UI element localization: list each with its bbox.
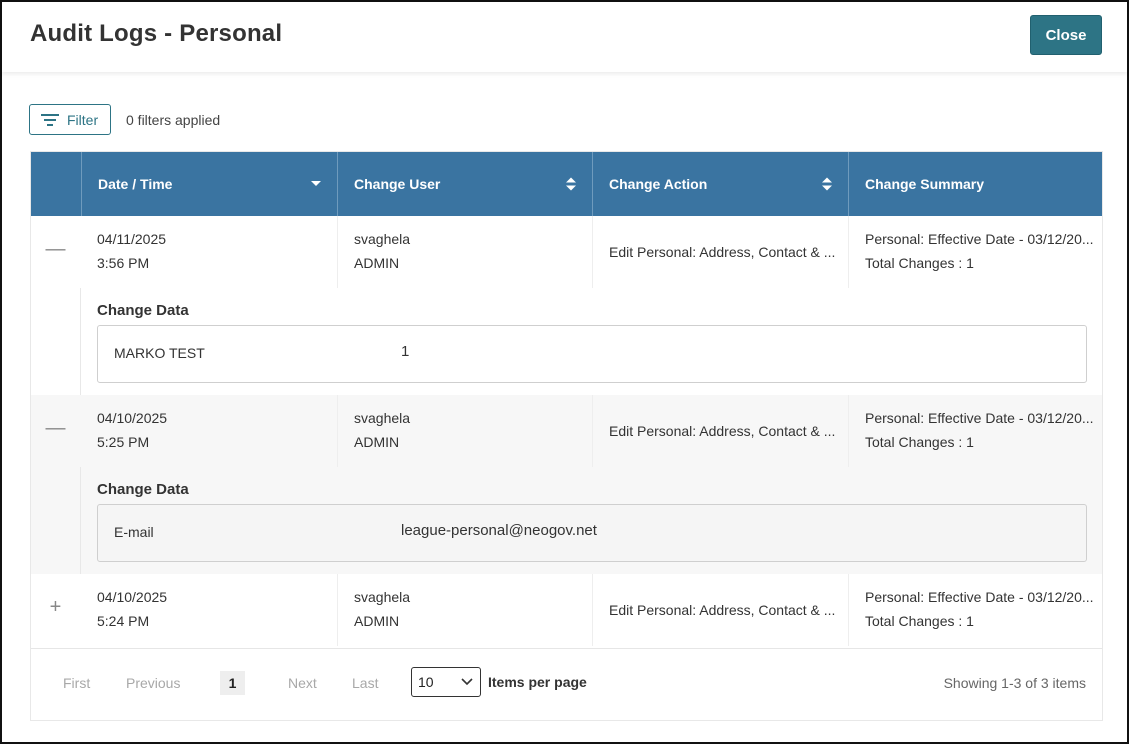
column-header-change-user[interactable]: Change User [337,152,592,216]
expander-column-header [31,152,81,216]
row-date: 04/11/2025 [97,231,167,247]
chevron-down-icon [461,678,473,686]
row-summary: Personal: Effective Date - 03/12/20... [865,589,1094,605]
showing-count: Showing 1-3 of 3 items [943,675,1086,691]
page-title: Audit Logs - Personal [30,20,283,47]
row-total-changes: Total Changes : 1 [865,613,974,629]
collapse-icon[interactable]: — [31,417,80,440]
collapse-icon[interactable]: — [31,238,80,261]
next-page-link[interactable]: Next [288,675,317,691]
pagination: First Previous 1 Next Last 10 Items per … [31,648,1102,720]
row-detail: Change Data MARKO TEST 1 [31,288,1102,395]
column-header-change-action[interactable]: Change Action [592,152,848,216]
column-header-change-summary[interactable]: Change Summary [848,152,1102,216]
table-header: Date / Time Change User Change Action Ch… [31,152,1102,216]
change-data-title: Change Data [97,302,189,319]
row-detail: Change Data E-mail league-personal@neogo… [31,467,1102,574]
sort-both-icon [566,177,576,191]
table-row[interactable]: — 04/11/2025 3:56 PM svaghela ADMIN Edit… [31,216,1102,288]
change-data-box: E-mail league-personal@neogov.net [97,504,1087,562]
change-data-title: Change Data [97,481,189,498]
items-per-page-label: Items per page [488,674,587,690]
table-row[interactable]: — 04/10/2025 5:25 PM svaghela ADMIN Edit… [31,395,1102,467]
row-role: ADMIN [354,434,400,450]
current-page[interactable]: 1 [220,671,245,695]
close-button[interactable]: Close [1030,15,1102,55]
row-summary: Personal: Effective Date - 03/12/20... [865,410,1094,426]
row-action: Edit Personal: Address, Contact & ... [609,423,836,439]
filters-applied-count: 0 filters applied [126,112,221,128]
change-data-value: 1 [401,343,410,360]
dialog-header: Audit Logs - Personal Close [2,2,1127,72]
filter-button[interactable]: Filter [29,104,111,135]
sort-both-icon [822,177,832,191]
row-action: Edit Personal: Address, Contact & ... [609,602,836,618]
row-role: ADMIN [354,255,400,271]
change-data-key: MARKO TEST [114,345,205,361]
last-page-link[interactable]: Last [352,675,378,691]
row-user: svaghela [354,231,411,247]
change-data-box: MARKO TEST 1 [97,325,1087,383]
sort-desc-icon [311,181,321,186]
first-page-link[interactable]: First [63,675,90,691]
filter-button-label: Filter [67,111,99,128]
change-data-key: E-mail [114,524,154,540]
change-data-value: league-personal@neogov.net [401,522,597,539]
audit-logs-dialog: Audit Logs - Personal Close Filter 0 fil… [0,0,1129,744]
audit-log-table: Date / Time Change User Change Action Ch… [30,151,1103,721]
filter-icon [41,113,59,126]
row-time: 5:25 PM [97,434,150,450]
row-time: 3:56 PM [97,255,150,271]
expand-icon[interactable]: + [31,596,80,619]
row-role: ADMIN [354,613,400,629]
row-total-changes: Total Changes : 1 [865,255,974,271]
row-user: svaghela [354,589,411,605]
previous-page-link[interactable]: Previous [126,675,180,691]
items-per-page-value: 10 [418,674,434,690]
row-user: svaghela [354,410,411,426]
row-date: 04/10/2025 [97,410,168,426]
row-total-changes: Total Changes : 1 [865,434,974,450]
row-summary: Personal: Effective Date - 03/12/20... [865,231,1094,247]
row-action: Edit Personal: Address, Contact & ... [609,244,836,260]
column-header-date-time[interactable]: Date / Time [81,152,337,216]
row-date: 04/10/2025 [97,589,168,605]
row-time: 5:24 PM [97,613,150,629]
items-per-page-select[interactable]: 10 [411,667,481,697]
table-row[interactable]: + 04/10/2025 5:24 PM svaghela ADMIN Edit… [31,574,1102,646]
